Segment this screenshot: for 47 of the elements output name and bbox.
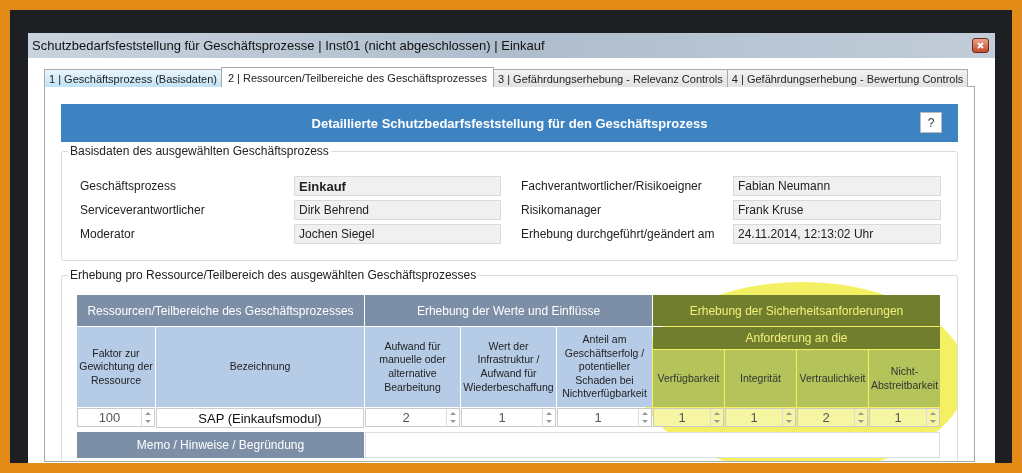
close-button[interactable] <box>972 38 989 53</box>
field-label: Moderator <box>80 227 136 241</box>
table-cell: SAP (Einkaufsmodul) <box>156 408 364 428</box>
column-header: Vertraulichkeit <box>797 350 868 407</box>
group-title: Basisdaten des ausgewählten Geschäftsprozess <box>68 144 331 158</box>
section-title: Detaillierte Schutzbedarfsfeststellung für den Geschäftsprozess <box>311 115 708 131</box>
spin-field[interactable]: 1 <box>653 408 724 427</box>
spin-field[interactable]: 2 <box>365 408 460 427</box>
tab[interactable]: 2 | Ressourcen/Teilbereiche des Geschäftsprozesses <box>220 67 494 87</box>
spin-field[interactable]: 1 <box>557 408 652 427</box>
value-field[interactable]: 24.11.2014, 12:13:02 Uhr <box>733 224 941 244</box>
column-header: Wert der Infrastruktur / Aufwand für Wiederbeschaffung <box>461 327 556 407</box>
memo-header: Memo / Hinweise / Begründung <box>77 432 364 458</box>
column-header: Anteil am Geschäftserfolg / potentieller Schaden bei Nichtverfügbarkeit <box>557 327 652 407</box>
column-header: Verfügbarkeit <box>653 350 724 407</box>
value-field[interactable]: Frank Kruse <box>733 200 941 220</box>
tab[interactable]: 4 | Gefährdungserhebung - Bewertung Controls <box>726 69 969 87</box>
value-field[interactable]: Einkauf <box>294 176 501 196</box>
field-label: Risikomanager <box>521 203 603 217</box>
spin-field[interactable]: 2 <box>797 408 868 427</box>
tab[interactable]: 3 | Gefährdungserhebung - Relevanz Controls <box>493 69 728 87</box>
memo-field[interactable] <box>365 432 940 458</box>
group-header: Ressourcen/Teilbereiche des Geschäftsprozesses <box>77 295 364 326</box>
tab[interactable]: 1 | Geschäftsprozess (Basisdaten) <box>44 69 222 87</box>
column-header: Bezeichnung <box>156 327 364 407</box>
group-header: Erhebung der Sicherheitsanforderungen <box>653 295 940 326</box>
close-icon <box>977 42 984 49</box>
column-header: Nicht-Abstreitbarkeit <box>869 350 940 407</box>
subgroup-header: Anforderung an die <box>653 327 940 349</box>
spin-field[interactable]: 1 <box>461 408 556 427</box>
column-header: Integrität <box>725 350 796 407</box>
value-field[interactable]: Dirk Behrend <box>294 200 501 220</box>
spin-field[interactable]: 1 <box>869 408 940 427</box>
column-header: Faktor zur Gewichtung der Ressource <box>77 327 155 407</box>
window-title: Schutzbedarfsfeststellung für Geschäftsprozesse | Inst01 (nicht abgeschlossen) | Einkauf <box>32 38 545 53</box>
group-header: Erhebung der Werte und Einflüsse <box>365 295 652 326</box>
spin-field[interactable]: 1 <box>725 408 796 427</box>
help-button[interactable]: ? <box>920 112 942 133</box>
column-header: Aufwand für manuelle oder alternative Bearbeitung <box>365 327 460 407</box>
value-field[interactable]: Jochen Siegel <box>294 224 501 244</box>
field-label: Erhebung durchgeführt/geändert am <box>521 227 716 241</box>
spin-field[interactable]: 100 <box>77 408 155 427</box>
value-field[interactable]: Fabian Neumann <box>733 176 941 196</box>
group-title: Erhebung pro Ressource/Teilbereich des ausgewählten Geschäftsprozesses <box>68 268 479 282</box>
field-label: Fachverantwortlicher/Risikoeigner <box>521 179 703 193</box>
field-label: Serviceverantwortlicher <box>80 203 206 217</box>
field-label: Geschäftsprozess <box>80 179 178 193</box>
